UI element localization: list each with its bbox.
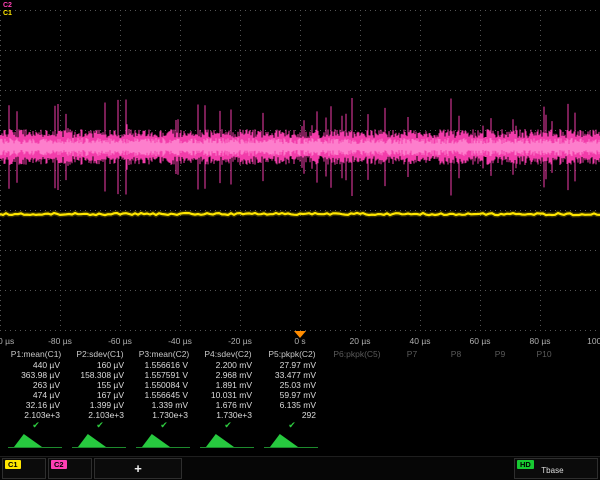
meas-header-p10[interactable]: P10 — [522, 349, 566, 360]
meas-value: 158.308 µV — [68, 370, 132, 380]
meas-header-p6[interactable]: P6:pkpk(C5) — [324, 349, 390, 360]
meas-status-check-icon: ✔ — [4, 420, 68, 431]
meas-header-p7[interactable]: P7 — [390, 349, 434, 360]
descriptor-bar: C1 DC1M 10.0 mV C2 DC50 + HD Tbase 12 Bi… — [0, 456, 600, 480]
meas-value: 1.891 mV — [196, 380, 260, 390]
time-axis-label: 40 µs — [410, 336, 431, 346]
meas-column: P10 — [522, 349, 566, 431]
meas-value: 32.16 µV — [4, 400, 68, 410]
meas-value: 474 µV — [4, 390, 68, 400]
meas-column: P8 — [434, 349, 478, 431]
meas-value: 1.550084 V — [132, 380, 196, 390]
meas-value: 167 µV — [68, 390, 132, 400]
time-axis-label: -60 µs — [108, 336, 132, 346]
histicon[interactable] — [260, 432, 324, 450]
meas-value: 27.97 mV — [260, 360, 324, 370]
meas-status-check-icon: ✔ — [132, 420, 196, 431]
histicons-row — [4, 432, 324, 450]
meas-column: P2:sdev(C1)160 µV158.308 µV155 µV167 µV1… — [68, 349, 132, 431]
meas-value: 1.399 µV — [68, 400, 132, 410]
measurement-table: P1:mean(C1)440 µV363.98 µV263 µV474 µV32… — [4, 349, 566, 431]
histicon[interactable] — [196, 432, 260, 450]
meas-value: 292 — [260, 410, 324, 420]
meas-value: 2.200 mV — [196, 360, 260, 370]
meas-header-p9[interactable]: P9 — [478, 349, 522, 360]
waveform-graticule[interactable] — [0, 0, 600, 345]
meas-column: P5:pkpk(C2)27.97 mV33.477 mV25.03 mV59.9… — [260, 349, 324, 431]
timebase-label: Tbase — [541, 466, 563, 475]
c1-trace-label: C1 — [3, 10, 12, 18]
meas-header-p3[interactable]: P3:mean(C2) — [132, 349, 196, 360]
trace-labels: C2 C1 — [3, 2, 12, 18]
meas-value: 160 µV — [68, 360, 132, 370]
time-axis-label: -100 µs — [0, 336, 14, 346]
meas-value: 25.03 mV — [260, 380, 324, 390]
meas-column: P9 — [478, 349, 522, 431]
time-axis-label: 60 µs — [470, 336, 491, 346]
meas-value: 440 µV — [4, 360, 68, 370]
time-axis: -100 µs -80 µs -60 µs -40 µs -20 µs 0 s 20 µs 4… — [0, 336, 600, 348]
meas-value: 1.556645 V — [132, 390, 196, 400]
meas-value: 155 µV — [68, 380, 132, 390]
meas-header-p1[interactable]: P1:mean(C1) — [4, 349, 68, 360]
meas-value: 2.103e+3 — [68, 410, 132, 420]
time-axis-label: 20 µs — [350, 336, 371, 346]
histicon[interactable] — [132, 432, 196, 450]
meas-header-p2[interactable]: P2:sdev(C1) — [68, 349, 132, 360]
time-axis-label: -40 µs — [168, 336, 192, 346]
time-axis-label: -20 µs — [228, 336, 252, 346]
c1-channel-chip: C1 — [5, 460, 21, 469]
timebase-descriptor-box[interactable]: HD Tbase 12 Bits 20.0 µs/div — [514, 458, 598, 479]
meas-header-p4[interactable]: P4:sdev(C2) — [196, 349, 260, 360]
c2-channel-chip: C2 — [51, 460, 67, 469]
meas-column: P7 — [390, 349, 434, 431]
meas-value: 59.97 mV — [260, 390, 324, 400]
meas-value: 6.135 mV — [260, 400, 324, 410]
hd-badge: HD — [517, 460, 534, 469]
meas-column: P3:mean(C2)1.556616 V1.557591 V1.550084 … — [132, 349, 196, 431]
meas-value: 1.339 mV — [132, 400, 196, 410]
time-axis-label: 100 µs — [587, 336, 600, 346]
meas-header-p8[interactable]: P8 — [434, 349, 478, 360]
meas-value: 2.968 mV — [196, 370, 260, 380]
meas-value: 33.477 mV — [260, 370, 324, 380]
c1-descriptor-box[interactable]: C1 DC1M 10.0 mV — [2, 458, 46, 479]
oscilloscope-screen: C2 C1 -100 µs -80 µs -60 µs -40 µs -20 µs 0 s… — [0, 0, 600, 480]
time-axis-label: 0 s — [294, 336, 305, 346]
c2-descriptor-box[interactable]: C2 DC50 — [48, 458, 92, 479]
add-new-button[interactable]: + — [94, 458, 182, 479]
meas-value: 1.730e+3 — [196, 410, 260, 420]
meas-header-p5[interactable]: P5:pkpk(C2) — [260, 349, 324, 360]
meas-value: 1.730e+3 — [132, 410, 196, 420]
meas-column: P4:sdev(C2)2.200 mV2.968 mV1.891 mV10.03… — [196, 349, 260, 431]
meas-value: 10.031 mV — [196, 390, 260, 400]
meas-status-check-icon: ✔ — [196, 420, 260, 431]
meas-value: 363.98 µV — [4, 370, 68, 380]
time-axis-label: 80 µs — [530, 336, 551, 346]
meas-value: 1.556616 V — [132, 360, 196, 370]
meas-column: P6:pkpk(C5) — [324, 349, 390, 431]
meas-value: 2.103e+3 — [4, 410, 68, 420]
histicon[interactable] — [4, 432, 68, 450]
histicon[interactable] — [68, 432, 132, 450]
meas-value: 263 µV — [4, 380, 68, 390]
meas-value: 1.557591 V — [132, 370, 196, 380]
meas-status-check-icon: ✔ — [68, 420, 132, 431]
plus-icon: + — [134, 462, 142, 475]
meas-column: P1:mean(C1)440 µV363.98 µV263 µV474 µV32… — [4, 349, 68, 431]
meas-status-check-icon: ✔ — [260, 420, 324, 431]
time-axis-label: -80 µs — [48, 336, 72, 346]
meas-value: 1.676 mV — [196, 400, 260, 410]
c2-trace-label: C2 — [3, 2, 12, 10]
